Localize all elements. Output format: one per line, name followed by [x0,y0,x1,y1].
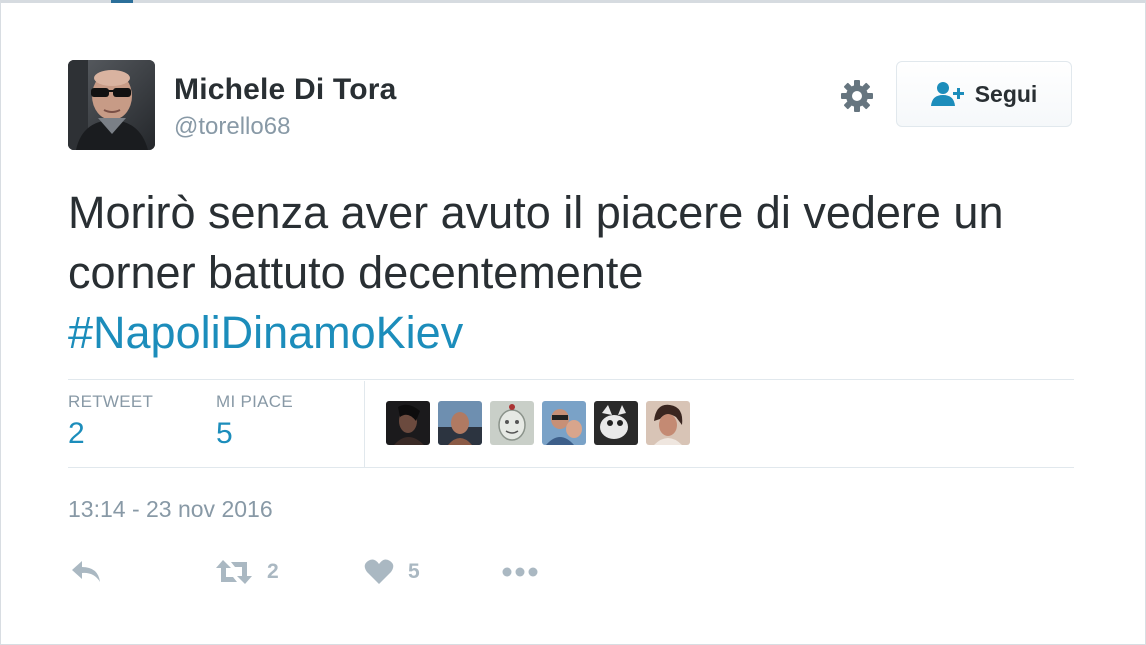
author-names: Michele Di Tora @torello68 [174,72,397,144]
tweet-header: Michele Di Tora @torello68 Segui [68,60,1074,152]
liker-avatar[interactable] [594,401,638,445]
top-accent-bar [111,0,133,3]
reply-button[interactable] [70,552,102,592]
like-button[interactable]: 5 [364,552,420,592]
tweet-text-line-2: corner battuto decentemente [68,247,644,298]
tweet-text-line-1: Morirò senza aver avuto il piacere di ve… [68,187,1004,238]
retweet-stat[interactable]: RETWEET 2 [68,391,153,453]
liker-avatar[interactable] [542,401,586,445]
liker-avatar[interactable] [490,401,534,445]
like-action-count: 5 [408,560,420,583]
author-handle[interactable]: @torello68 [174,110,397,144]
author-avatar-image [68,60,155,150]
heart-icon [364,559,394,584]
author-avatar[interactable] [68,60,155,150]
stats-top-divider [68,379,1074,380]
follow-button[interactable]: Segui [896,61,1072,127]
liker-avatar[interactable] [646,401,690,445]
gear-icon[interactable] [839,78,875,114]
reply-icon [72,561,100,582]
retweet-stat-label: RETWEET [68,392,154,411]
liker-avatar[interactable] [438,401,482,445]
likes-stat-label: MI PIACE [216,392,294,411]
more-dots-icon [502,567,538,577]
likes-stat-count: 5 [216,417,233,450]
hashtag-link[interactable]: #NapoliDinamoKiev [68,303,1078,363]
retweet-button[interactable]: 2 [215,552,279,592]
tweet-timestamp[interactable]: 13:14 - 23 nov 2016 [68,493,273,525]
follow-person-plus-icon [930,82,964,106]
stats-bottom-divider [68,467,1074,468]
likes-stat[interactable]: MI PIACE 5 [216,391,293,453]
retweet-stat-count: 2 [68,417,85,450]
tweet-stats: RETWEET 2 MI PIACE 5 [68,381,1074,467]
tweet-card: Michele Di Tora @torello68 Segui Morirò … [0,0,1146,645]
retweet-icon [216,560,252,584]
tweet-text: Morirò senza aver avuto il piacere di ve… [68,183,1078,363]
stats-vertical-divider [364,381,365,467]
more-button[interactable] [501,552,539,592]
tweet-actions: 2 5 [68,552,668,592]
author-display-name[interactable]: Michele Di Tora [174,72,397,108]
liker-avatar[interactable] [386,401,430,445]
liker-avatars [386,401,690,445]
follow-button-label: Segui [974,80,1038,107]
retweet-action-count: 2 [267,560,279,583]
